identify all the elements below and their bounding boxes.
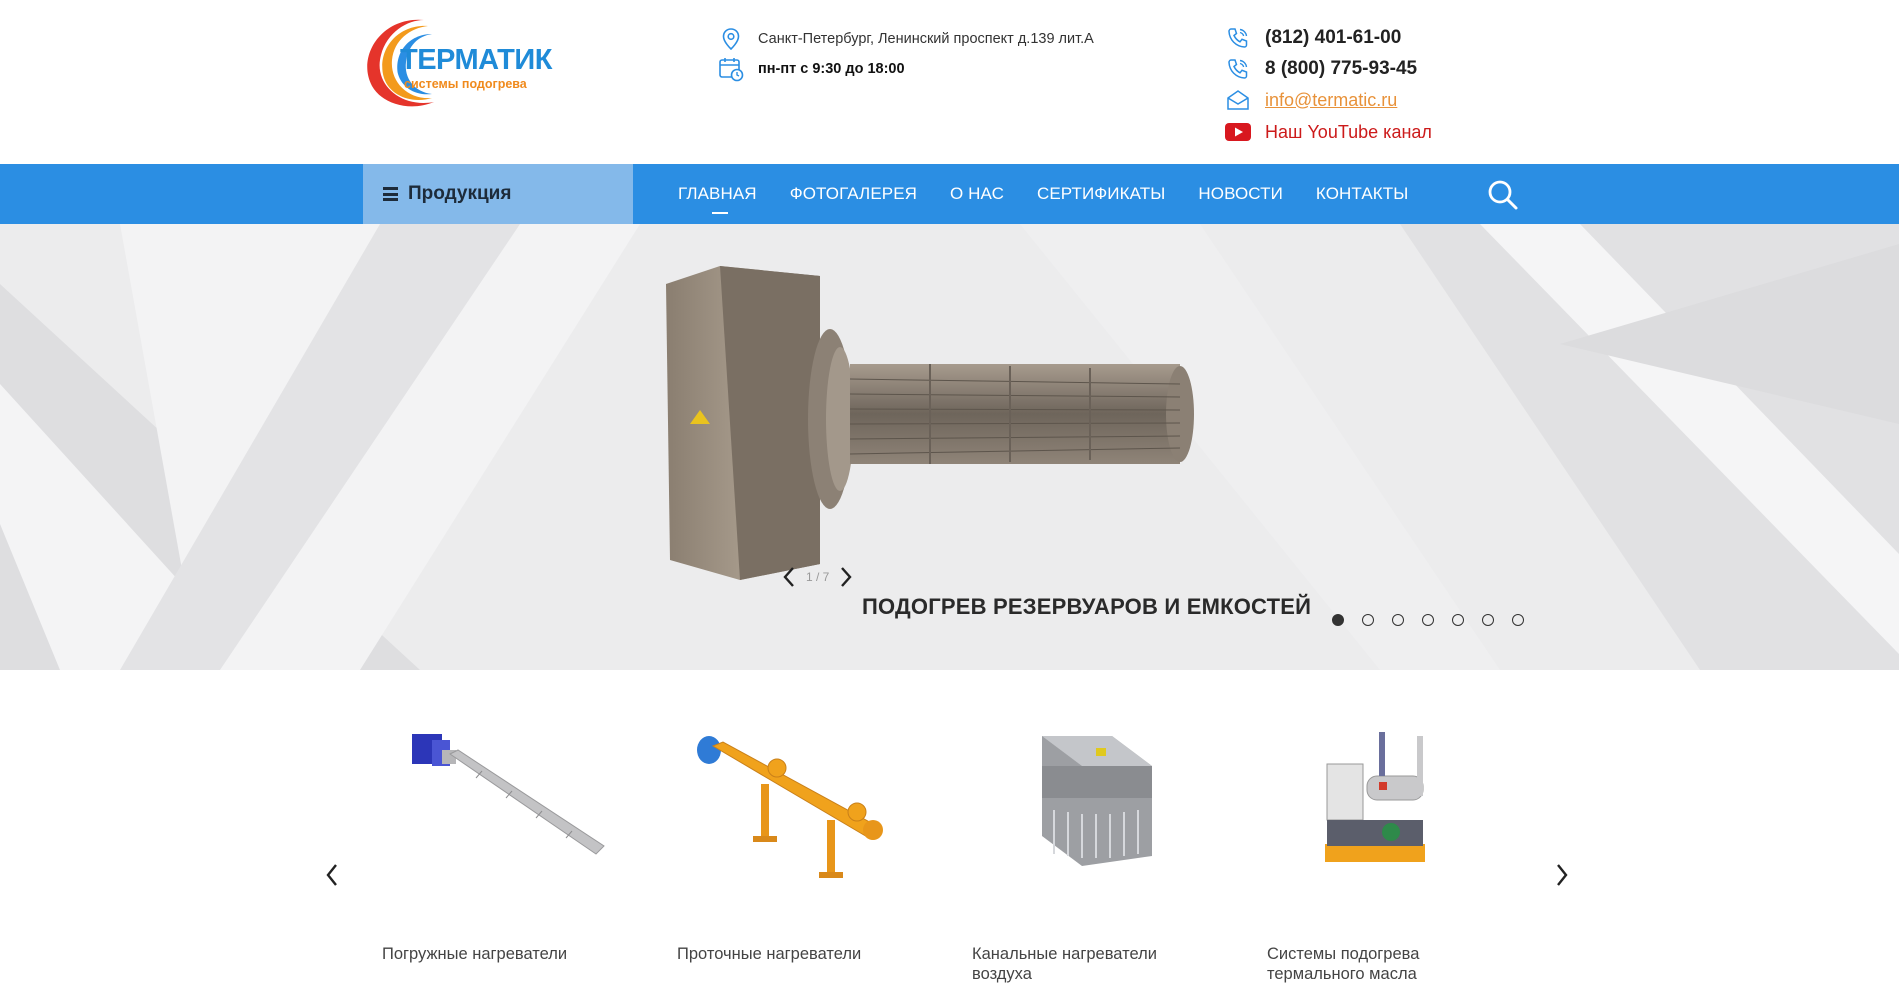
calendar-clock-icon bbox=[718, 56, 744, 82]
address-text: Санкт-Петербург, Ленинский проспект д.13… bbox=[758, 31, 1094, 47]
hamburger-icon bbox=[383, 185, 398, 204]
search-icon bbox=[1488, 180, 1518, 210]
hours-text: пн-пт с 9:30 до 18:00 bbox=[758, 61, 905, 77]
carousel-next-button[interactable] bbox=[1550, 860, 1574, 890]
slide-dot-6[interactable] bbox=[1482, 614, 1494, 626]
product-caption[interactable]: Проточные нагреватели bbox=[677, 944, 917, 964]
phone-2-text[interactable]: 8 (800) 775-93-45 bbox=[1265, 58, 1417, 80]
logo-subtitle: системы подогрева bbox=[404, 77, 527, 91]
phone-icon bbox=[1225, 56, 1251, 82]
map-pin-icon bbox=[718, 26, 744, 52]
product-image[interactable] bbox=[1267, 726, 1507, 886]
product-card-thermal-oil-systems[interactable]: Системы подогрева термального масла bbox=[1267, 726, 1507, 983]
product-caption[interactable]: Погружные нагреватели bbox=[382, 944, 622, 964]
slide-dot-5[interactable] bbox=[1452, 614, 1464, 626]
email[interactable]: info@termatic.ru bbox=[1225, 87, 1397, 113]
search-button[interactable] bbox=[1486, 178, 1520, 212]
product-card-immersion-heaters[interactable]: Погружные нагреватели bbox=[382, 726, 622, 963]
phone-1-text[interactable]: (812) 401-61-00 bbox=[1265, 27, 1401, 49]
nav-item-contacts[interactable]: КОНТАКТЫ bbox=[1316, 184, 1409, 204]
product-caption[interactable]: Канальные нагреватели воздуха bbox=[972, 944, 1212, 984]
slide-next-button[interactable] bbox=[835, 564, 857, 590]
product-caption[interactable]: Системы подогрева термального масла bbox=[1267, 944, 1507, 984]
chevron-left-icon bbox=[783, 567, 794, 587]
address: Санкт-Петербург, Ленинский проспект д.13… bbox=[718, 26, 1094, 52]
slide-counter: 1 / 7 bbox=[806, 570, 830, 584]
product-image[interactable] bbox=[382, 726, 622, 886]
youtube-link[interactable]: Наш YouTube канал bbox=[1225, 119, 1432, 145]
nav-item-about[interactable]: О НАС bbox=[950, 184, 1004, 204]
youtube-text[interactable]: Наш YouTube канал bbox=[1265, 122, 1432, 143]
slide-prev-button[interactable] bbox=[778, 564, 800, 590]
slide-title: ПОДОГРЕВ РЕЗЕРВУАРОВ И ЕМКОСТЕЙ bbox=[862, 594, 1312, 619]
slide-dot-4[interactable] bbox=[1422, 614, 1434, 626]
product-image[interactable] bbox=[677, 726, 917, 886]
phone-2[interactable]: 8 (800) 775-93-45 bbox=[1225, 56, 1417, 82]
chevron-right-icon bbox=[1557, 864, 1568, 886]
slide-controls: 1 / 7 bbox=[778, 564, 857, 590]
slide-dot-1[interactable] bbox=[1332, 614, 1344, 626]
email-link[interactable]: info@termatic.ru bbox=[1265, 90, 1397, 111]
product-card-duct-heaters[interactable]: Канальные нагреватели воздуха bbox=[972, 726, 1212, 983]
hero-slider: 1 / 7 ПОДОГРЕВ РЕЗЕРВУАРОВ И ЕМКОСТЕЙ bbox=[0, 224, 1899, 670]
hero-heater-image bbox=[666, 266, 1194, 580]
nav-item-news[interactable]: НОВОСТИ bbox=[1198, 184, 1283, 204]
slide-dot-3[interactable] bbox=[1392, 614, 1404, 626]
chevron-left-icon bbox=[326, 864, 337, 886]
site-header: ТЕРМАТИК системы подогрева Санкт-Петербу… bbox=[0, 0, 1899, 164]
carousel-prev-button[interactable] bbox=[320, 860, 344, 890]
working-hours: пн-пт с 9:30 до 18:00 bbox=[718, 56, 905, 82]
product-image[interactable] bbox=[972, 726, 1212, 886]
main-nav: Продукция ГЛАВНАЯ ФОТОГАЛЕРЕЯ О НАС СЕРТ… bbox=[0, 164, 1899, 224]
logo[interactable]: ТЕРМАТИК системы подогрева bbox=[362, 16, 552, 110]
product-card-flow-heaters[interactable]: Проточные нагреватели bbox=[677, 726, 917, 963]
slide-dot-2[interactable] bbox=[1362, 614, 1374, 626]
youtube-icon bbox=[1225, 119, 1251, 145]
slide-pagination bbox=[1332, 614, 1542, 626]
product-carousel: Погружные нагреватели Проточные нагреват… bbox=[0, 670, 1899, 983]
phone-1[interactable]: (812) 401-61-00 bbox=[1225, 25, 1401, 51]
nav-item-gallery[interactable]: ФОТОГАЛЕРЕЯ bbox=[790, 184, 917, 204]
envelope-icon bbox=[1225, 87, 1251, 113]
products-menu-button[interactable]: Продукция bbox=[363, 164, 633, 224]
chevron-right-icon bbox=[841, 567, 852, 587]
nav-item-home[interactable]: ГЛАВНАЯ bbox=[678, 184, 757, 214]
logo-title: ТЕРМАТИК bbox=[400, 44, 552, 76]
slide-dot-7[interactable] bbox=[1512, 614, 1524, 626]
phone-icon bbox=[1225, 25, 1251, 51]
nav-item-certificates[interactable]: СЕРТИФИКАТЫ bbox=[1037, 184, 1165, 204]
products-label: Продукция bbox=[408, 183, 512, 204]
nav-menu: ГЛАВНАЯ ФОТОГАЛЕРЕЯ О НАС СЕРТИФИКАТЫ НО… bbox=[678, 164, 1441, 224]
